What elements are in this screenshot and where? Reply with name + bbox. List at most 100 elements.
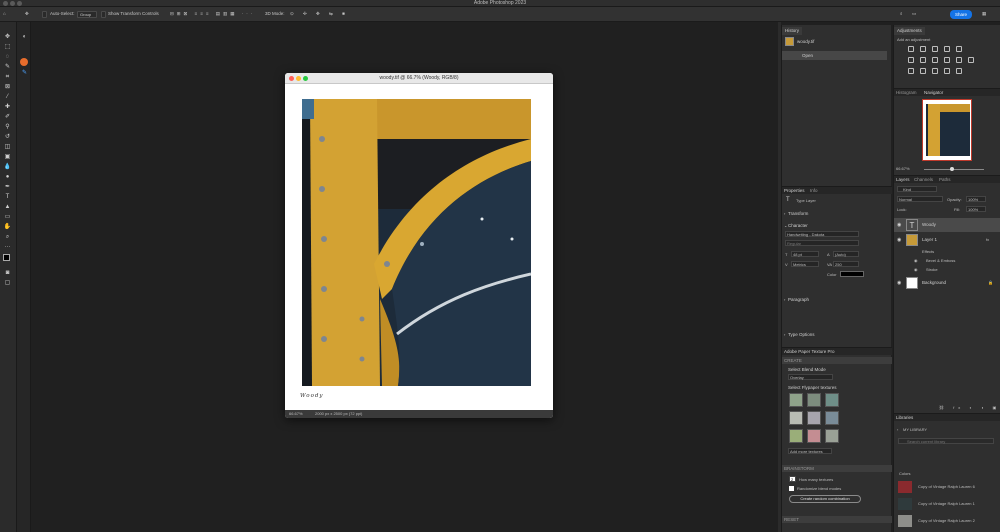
type-tool-icon[interactable]: T — [3, 194, 12, 200]
more-textures-dropdown[interactable]: Add more textures — [788, 448, 832, 454]
navigator-zoom-slider[interactable] — [924, 169, 984, 170]
path-select-tool-icon[interactable]: ▲ — [3, 204, 12, 210]
brush-tool-icon[interactable]: ✐ — [3, 114, 12, 120]
exposure-icon[interactable] — [944, 46, 950, 52]
texture-swatch[interactable] — [789, 429, 803, 443]
chevron-left-icon[interactable]: ‹ — [897, 427, 898, 432]
workspace-icon[interactable]: ▭ — [912, 11, 916, 17]
texture-swatch[interactable] — [789, 393, 803, 407]
text-color-swatch[interactable] — [840, 271, 864, 277]
channel-mixer-icon[interactable] — [956, 57, 962, 63]
minimize-doc-button[interactable] — [296, 76, 301, 81]
threshold-icon[interactable] — [932, 68, 938, 74]
colors-section-label[interactable]: Colors — [899, 471, 911, 476]
gradient-map-icon[interactable] — [944, 68, 950, 74]
quick-select-tool-icon[interactable]: ✎ — [3, 64, 12, 70]
font-size-field[interactable]: 48 pt — [791, 251, 819, 257]
color-lookup-icon[interactable] — [968, 57, 974, 63]
blend-mode-dropdown[interactable]: Overlay — [788, 374, 833, 380]
lasso-tool-icon[interactable]: ◌ — [3, 54, 12, 60]
library-search-input[interactable]: Search current library — [898, 438, 994, 444]
texture-swatch[interactable] — [789, 411, 803, 425]
learn-icon[interactable]: ▦ — [982, 11, 986, 17]
tab-paths[interactable]: Paths — [939, 177, 951, 182]
document-titlebar[interactable]: woody.tif @ 66.7% (Woody, RGB/8) — [285, 73, 553, 84]
effect-item[interactable]: Stroke — [926, 267, 938, 272]
show-transform-checkbox[interactable] — [101, 11, 106, 18]
fx-badge[interactable]: fx — [986, 237, 989, 242]
texture-swatch[interactable] — [825, 429, 839, 443]
navigator-zoom[interactable]: 66.67% — [896, 166, 910, 171]
frame-tool-icon[interactable]: ⊠ — [3, 84, 12, 90]
layer-actions-icons[interactable]: ⛓ fx ◐ ◑ ▣ ⊞ 🗑 — [939, 405, 1000, 410]
crop-tool-icon[interactable]: ⌗ — [3, 74, 12, 80]
pen-tool-icon[interactable]: ✒ — [3, 184, 12, 190]
library-name[interactable]: MY LIBRARY — [903, 427, 927, 432]
layer-row[interactable]: ◉ T Woody — [894, 218, 1000, 232]
move-tool-icon[interactable]: ✥ — [3, 34, 12, 40]
eraser-tool-icon[interactable]: ◫ — [3, 144, 12, 150]
tab-info[interactable]: Info — [810, 188, 818, 193]
texture-swatch[interactable] — [807, 429, 821, 443]
leading-field[interactable]: (Auto) — [833, 251, 859, 257]
tab-properties[interactable]: Properties — [784, 188, 805, 193]
texture-swatch[interactable] — [825, 393, 839, 407]
history-snapshot-thumb[interactable] — [785, 37, 794, 46]
randomize-checkbox[interactable] — [789, 486, 794, 491]
curves-icon[interactable] — [932, 46, 938, 52]
levels-icon[interactable] — [920, 46, 926, 52]
history-item[interactable]: Open — [782, 51, 887, 60]
selective-color-icon[interactable] — [956, 68, 962, 74]
healing-brush-tool-icon[interactable]: ✚ — [3, 104, 12, 110]
texture-swatch[interactable] — [807, 393, 821, 407]
panel-toggle-icon[interactable]: ◐ — [20, 34, 29, 40]
create-random-button[interactable]: Create random combination — [789, 495, 861, 503]
eye-icon[interactable]: ◉ — [914, 258, 918, 263]
auto-select-dropdown[interactable]: Group — [77, 11, 97, 18]
layer-row[interactable]: ◉ Layer 1 fx — [894, 233, 1000, 247]
font-family-dropdown[interactable]: Handwriting - Dakota — [785, 231, 859, 237]
invert-icon[interactable] — [908, 68, 914, 74]
hue-saturation-icon[interactable] — [908, 57, 914, 63]
layer-filter-kind[interactable]: Kind — [897, 186, 937, 192]
paragraph-section[interactable]: Paragraph — [788, 297, 809, 302]
eye-icon[interactable]: ◉ — [897, 222, 901, 228]
library-color-item[interactable]: Copy of Vintage Ralph Lauren 6 — [898, 481, 998, 493]
marquee-tool-icon[interactable]: ⬚ — [3, 44, 12, 50]
type-options-section[interactable]: Type Options — [788, 332, 815, 337]
chevron-down-icon[interactable]: › — [784, 211, 785, 216]
blend-mode-select[interactable]: Normal — [897, 196, 943, 202]
move-tool-icon[interactable]: ✥ — [25, 11, 29, 17]
tab-libraries[interactable]: Libraries — [896, 415, 913, 420]
effect-item[interactable]: Bevel & Emboss — [926, 258, 955, 263]
color-balance-icon[interactable] — [920, 57, 926, 63]
eye-icon[interactable]: ◉ — [914, 267, 918, 272]
document-window[interactable]: woody.tif @ 66.7% (Woody, RGB/8) Woody 6… — [285, 73, 553, 418]
plugin-icon[interactable] — [20, 58, 28, 66]
tab-histogram[interactable]: Histogram — [896, 90, 917, 95]
dodge-tool-icon[interactable]: ● — [3, 174, 12, 180]
auto-select-checkbox[interactable] — [42, 11, 47, 18]
opacity-field[interactable]: 100% — [966, 196, 986, 202]
tracking-field[interactable]: 250 — [833, 261, 859, 267]
transform-section[interactable]: Transform — [788, 211, 808, 216]
character-section[interactable]: Character — [788, 223, 808, 228]
navigator-preview[interactable] — [922, 99, 972, 161]
black-white-icon[interactable] — [932, 57, 938, 63]
tab-history[interactable]: History — [782, 27, 803, 35]
zoom-readout[interactable]: 66.67% — [289, 410, 303, 418]
library-color-item[interactable]: Copy of Vintage Ralph Lauren 2 — [898, 515, 998, 527]
eyedropper-tool-icon[interactable]: ⁄ — [3, 94, 12, 100]
effects-group[interactable]: Effects — [922, 249, 934, 254]
tab-layers[interactable]: Layers — [896, 177, 910, 182]
edit-toolbar-icon[interactable]: ··· — [3, 244, 12, 250]
brightness-icon[interactable] — [908, 46, 914, 52]
how-many-input[interactable]: 2 — [789, 476, 796, 482]
gradient-tool-icon[interactable]: ▣ — [3, 154, 12, 160]
tab-adjustments[interactable]: Adjustments — [894, 27, 925, 35]
search-icon[interactable]: ⌕ — [900, 11, 903, 16]
photo-filter-icon[interactable] — [944, 57, 950, 63]
zoom-tool-icon[interactable]: ⌕ — [3, 234, 12, 240]
blur-tool-icon[interactable]: 💧 — [3, 164, 12, 170]
library-color-item[interactable]: Copy of Vintage Ralph Lauren 1 — [898, 498, 998, 510]
